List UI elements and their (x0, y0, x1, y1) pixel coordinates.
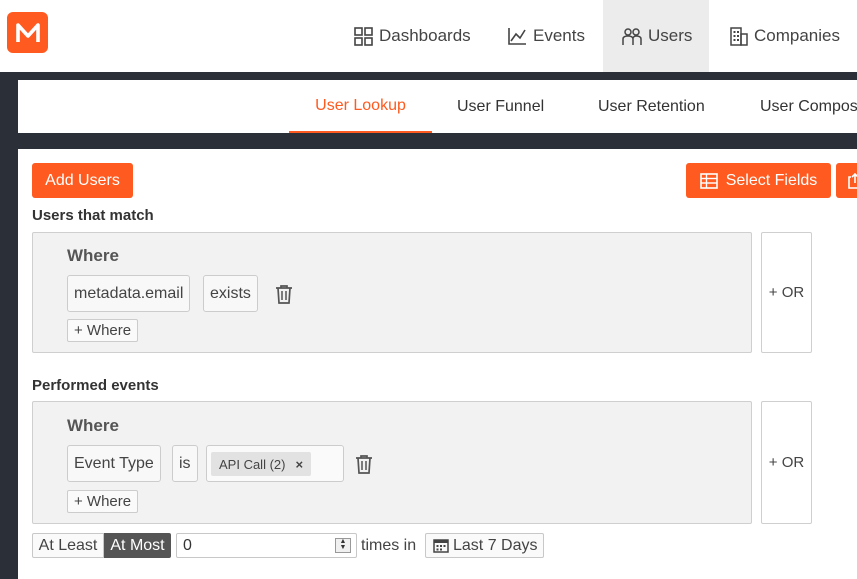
performed-events-where-box: Where Event Type is API Call (2) × + Whe… (32, 401, 752, 524)
select-fields-button[interactable]: Select Fields (686, 163, 831, 198)
top-nav-bar: Dashboards Events Users Companies (0, 0, 857, 72)
number-spinner[interactable]: ▲ ▼ (335, 538, 351, 553)
tab-user-lookup[interactable]: User Lookup (289, 80, 432, 133)
where-title: Where (67, 246, 119, 265)
value-tag-label: API Call (2) (219, 456, 286, 472)
select-fields-label: Select Fields (725, 171, 818, 189)
event-count-value: 0 (183, 536, 192, 554)
export-icon (848, 172, 857, 189)
event-operator-select[interactable]: is (172, 445, 198, 482)
add-or-button[interactable]: + OR (761, 232, 812, 353)
nav-item-events[interactable]: Events (508, 0, 585, 72)
remove-tag-icon[interactable]: × (295, 457, 303, 472)
app-logo[interactable] (7, 12, 48, 53)
users-match-where-box: Where metadata.email exists + Where (32, 232, 752, 353)
nav-item-companies[interactable]: Companies (729, 0, 840, 72)
where-title: Where (67, 416, 119, 435)
dashboard-grid-icon (354, 26, 373, 46)
times-in-label: times in (361, 537, 417, 554)
nav-item-label: Users (648, 26, 693, 45)
performed-events-heading: Performed events (32, 377, 159, 394)
sub-nav-tabs: User Lookup User Funnel User Retention U… (18, 80, 857, 133)
users-match-heading: Users that match (32, 207, 154, 224)
logo-m-icon (15, 22, 40, 42)
event-count-input[interactable]: 0 ▲ ▼ (176, 533, 357, 558)
date-range-label: Last 7 Days (453, 536, 538, 554)
building-icon (730, 26, 748, 46)
user-lookup-panel: Add Users Select Fields Users that match… (18, 149, 857, 579)
nav-item-users[interactable]: Users (603, 0, 709, 72)
export-button[interactable] (836, 163, 857, 198)
tab-user-composition[interactable]: User Compos (760, 80, 857, 133)
trash-icon[interactable] (275, 284, 293, 304)
nav-item-label: Dashboards (379, 26, 471, 45)
left-sidebar-strip (0, 72, 18, 579)
filter-operator-select[interactable]: exists (203, 275, 258, 312)
add-where-button[interactable]: + Where (67, 319, 139, 342)
at-most-toggle[interactable]: At Most (104, 533, 171, 558)
add-users-button[interactable]: Add Users (32, 163, 133, 198)
event-value-multiselect[interactable]: API Call (2) × (206, 445, 344, 482)
add-or-button[interactable]: + OR (761, 401, 812, 524)
table-icon (699, 172, 718, 189)
line-chart-icon (508, 28, 526, 45)
trash-icon[interactable] (355, 454, 373, 474)
event-field-select[interactable]: Event Type (67, 445, 161, 482)
at-least-toggle[interactable]: At Least (32, 533, 104, 558)
nav-item-label: Companies (754, 26, 840, 45)
date-range-picker[interactable]: Last 7 Days (425, 533, 544, 558)
add-where-button[interactable]: + Where (67, 490, 139, 513)
nav-item-label: Events (533, 26, 585, 45)
tab-user-funnel[interactable]: User Funnel (457, 80, 544, 133)
calendar-icon (433, 539, 449, 553)
filter-field-select[interactable]: metadata.email (67, 275, 191, 312)
tab-user-retention[interactable]: User Retention (598, 80, 705, 133)
users-icon (622, 27, 642, 45)
value-tag: API Call (2) × (211, 452, 312, 476)
nav-item-dashboards[interactable]: Dashboards (354, 0, 471, 72)
